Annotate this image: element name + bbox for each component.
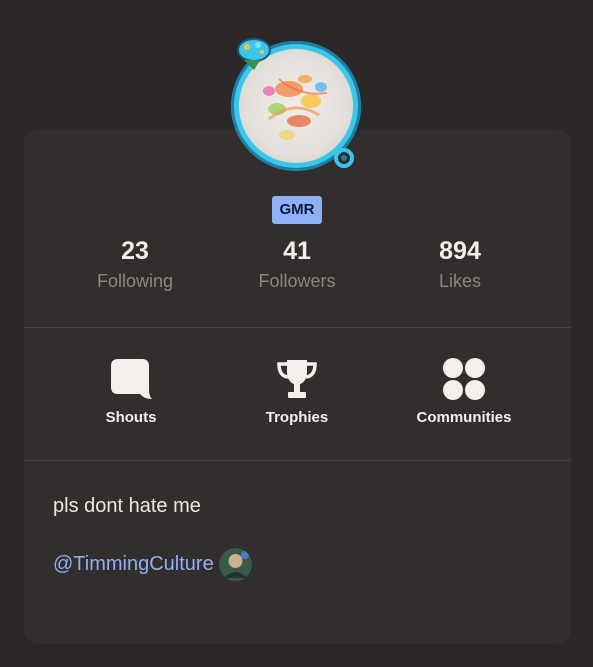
trophies-button[interactable]: Trophies	[227, 356, 367, 427]
stat-likes[interactable]: 894 Likes	[385, 236, 535, 293]
profile-bio: pls dont hate me	[53, 495, 201, 517]
stat-value: 894	[439, 237, 481, 265]
profile-avatar[interactable]	[226, 36, 366, 176]
shouts-button[interactable]: Shouts	[61, 356, 201, 427]
action-label: Communities	[416, 409, 512, 426]
four-circles-icon	[443, 358, 485, 400]
divider	[24, 327, 571, 328]
stat-label: Followers	[258, 271, 336, 291]
trophy-icon	[277, 360, 317, 398]
stat-label: Following	[96, 271, 174, 291]
gmr-badge: GMR	[272, 196, 322, 224]
stat-value: 41	[283, 237, 311, 265]
action-label: Shouts	[105, 409, 157, 426]
stat-followers[interactable]: 41 Followers	[222, 236, 372, 293]
profile-page: GMR 23 Following 41 Followers 894 Likes …	[0, 0, 593, 667]
stat-label: Likes	[438, 271, 482, 291]
speech-bubble-icon	[111, 359, 152, 399]
mushroom-decoration-icon	[237, 38, 271, 70]
stat-following[interactable]: 23 Following	[60, 236, 210, 293]
communities-button[interactable]: Communities	[394, 356, 534, 427]
divider	[24, 460, 571, 461]
mention-avatar[interactable]	[218, 547, 252, 581]
swirl-decoration-icon	[334, 148, 354, 168]
mention-link[interactable]: @TimmingCulture	[53, 547, 252, 581]
action-label: Trophies	[265, 409, 329, 426]
stat-value: 23	[121, 237, 149, 265]
mention-text[interactable]: @TimmingCulture	[53, 552, 214, 576]
